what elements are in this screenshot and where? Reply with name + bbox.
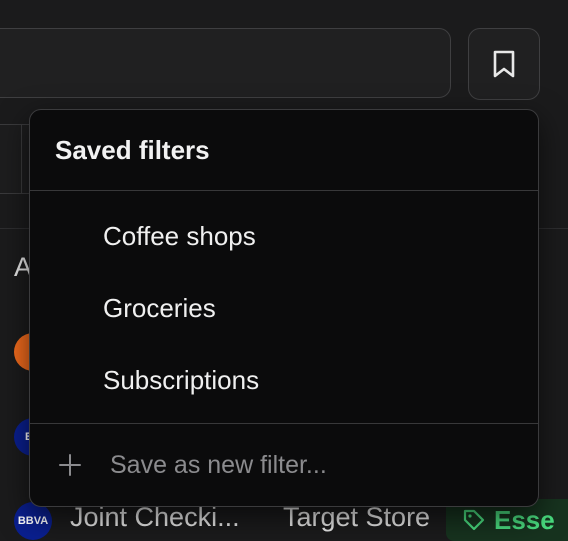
bank-avatar: BBVA xyxy=(14,502,52,540)
save-new-filter-input[interactable]: Save as new filter... xyxy=(30,424,538,506)
bank-avatar-label: BBVA xyxy=(17,515,49,527)
saved-filters-list: Coffee shops Groceries Subscriptions xyxy=(30,191,538,424)
category-tag-label: Esse xyxy=(494,504,555,535)
saved-filter-item[interactable]: Groceries xyxy=(30,272,538,344)
bookmark-icon xyxy=(493,50,515,78)
plus-icon xyxy=(59,454,81,476)
saved-filters-dropdown: Saved filters Coffee shops Groceries Sub… xyxy=(29,109,539,507)
saved-filters-button[interactable] xyxy=(468,28,540,100)
saved-filter-item[interactable]: Subscriptions xyxy=(30,344,538,416)
dropdown-title: Saved filters xyxy=(30,110,538,191)
tag-icon xyxy=(463,509,485,531)
save-new-filter-placeholder: Save as new filter... xyxy=(110,450,327,479)
filter-chip-partial[interactable] xyxy=(0,124,30,194)
saved-filter-item[interactable]: Coffee shops xyxy=(30,200,538,272)
search-bar[interactable] xyxy=(0,28,451,98)
